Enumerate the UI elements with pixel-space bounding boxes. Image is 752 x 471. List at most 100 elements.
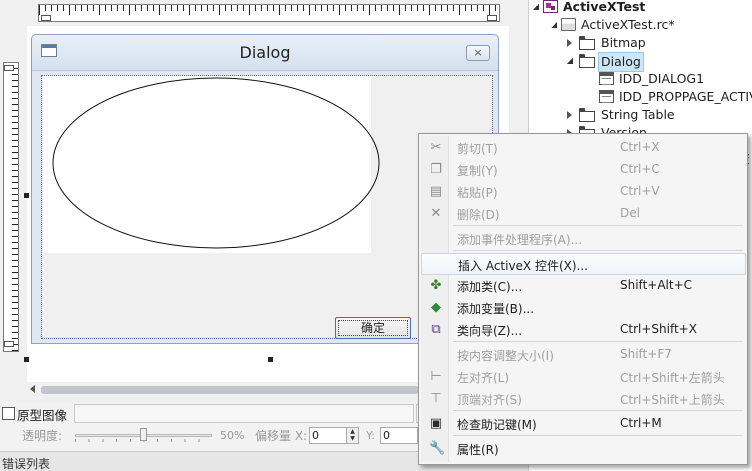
opacity-value: 50% bbox=[220, 429, 245, 442]
tree-item-label: ActiveXTest.rc* bbox=[581, 17, 675, 32]
delete-icon: ✕ bbox=[430, 206, 442, 221]
horizontal-ruler[interactable] bbox=[38, 4, 500, 22]
menu-item-label: 类向导(Z)... bbox=[457, 324, 523, 338]
class-wizard-icon: ⧉ bbox=[431, 322, 441, 337]
offset-y-field[interactable]: 0 bbox=[380, 427, 418, 444]
menu-item-shortcut: Shift+F7 bbox=[620, 347, 672, 361]
collapse-arrow-icon[interactable] bbox=[567, 58, 573, 64]
menu-item-align-left[interactable]: ⊢ 左对齐(L) Ctrl+Shift+左箭头 bbox=[421, 366, 746, 388]
menu-item-shortcut: Ctrl+Shift+上箭头 bbox=[620, 393, 725, 407]
folder-icon bbox=[579, 36, 595, 50]
menu-separator bbox=[453, 250, 743, 251]
menu-item-copy[interactable]: ❐ 复制(Y) Ctrl+C bbox=[421, 159, 746, 181]
menu-item-shortcut: Del bbox=[620, 206, 640, 220]
menu-item-label: 剪切(T) bbox=[457, 142, 498, 156]
tree-item-label: IDD_DIALOG1 bbox=[619, 71, 705, 86]
scrollbar-thumb[interactable] bbox=[41, 386, 419, 394]
dialog-title: Dialog bbox=[239, 43, 291, 62]
horizontal-scrollbar[interactable] bbox=[27, 382, 419, 398]
paste-icon: ▤ bbox=[429, 184, 443, 199]
menu-separator bbox=[453, 435, 743, 436]
align-top-icon: ⊤ bbox=[430, 391, 442, 406]
offset-x-label: 偏移量 X: bbox=[255, 429, 308, 443]
offset-x-field[interactable]: 0 bbox=[309, 427, 347, 444]
menu-separator bbox=[453, 410, 743, 411]
menu-item-shortcut: Ctrl+M bbox=[620, 416, 662, 430]
scissors-icon: ✂ bbox=[430, 140, 442, 155]
resize-handle[interactable] bbox=[268, 357, 273, 362]
menu-item-cut[interactable]: ✂ 剪切(T) Ctrl+X bbox=[421, 137, 746, 159]
menu-item-label: 删除(D) bbox=[457, 208, 500, 222]
vertical-ruler[interactable] bbox=[3, 62, 19, 352]
project-icon bbox=[543, 0, 558, 13]
check-mnemonics-icon: ▣ bbox=[429, 416, 443, 431]
add-class-icon: ✤ bbox=[430, 278, 442, 293]
menu-item-label: 粘贴(P) bbox=[457, 186, 498, 200]
error-list-label: 错误列表 bbox=[2, 457, 51, 471]
ruler-guide-marker[interactable] bbox=[4, 65, 14, 71]
ruler-guide-marker[interactable] bbox=[41, 15, 51, 21]
dialog-titlebar[interactable]: Dialog × bbox=[32, 35, 498, 71]
folder-icon bbox=[579, 108, 595, 122]
ruler-guide-marker[interactable] bbox=[487, 15, 497, 21]
menu-item-label: 添加事件处理程序(A)... bbox=[457, 233, 583, 247]
menu-item-size-to-content[interactable]: 按内容调整大小(I) Shift+F7 bbox=[421, 344, 746, 366]
tree-item-label: IDD_PROPPAGE_ACTIVEX bbox=[619, 89, 752, 104]
expand-arrow-icon[interactable] bbox=[567, 111, 572, 119]
tree-item-label: String Table bbox=[601, 107, 675, 122]
align-left-icon: ⊢ bbox=[430, 369, 442, 384]
menu-item-paste[interactable]: ▤ 粘贴(P) Ctrl+V bbox=[421, 181, 746, 203]
add-variable-icon: ◆ bbox=[431, 300, 441, 315]
expand-arrow-icon[interactable] bbox=[567, 39, 572, 47]
prototype-image-label: 原型图像 bbox=[17, 408, 68, 423]
menu-item-label: 添加类(C)... bbox=[457, 280, 523, 294]
menu-item-properties[interactable]: 🔧 属性(R) bbox=[421, 438, 746, 460]
menu-item-label: 顶端对齐(S) bbox=[457, 393, 522, 407]
collapse-arrow-icon[interactable] bbox=[551, 22, 557, 28]
offset-y-label: Y: bbox=[366, 429, 375, 442]
menu-item-add-variable[interactable]: ◆ 添加变量(B)... bbox=[421, 297, 746, 319]
scroll-left-icon[interactable] bbox=[30, 385, 35, 393]
prototype-image-path-field[interactable] bbox=[74, 404, 414, 423]
menu-item-add-event-handler[interactable]: 添加事件处理程序(A)... bbox=[421, 228, 746, 250]
resize-handle[interactable] bbox=[24, 193, 29, 198]
menu-separator bbox=[453, 341, 743, 342]
menu-item-shortcut: Ctrl+Shift+左箭头 bbox=[620, 371, 725, 385]
menu-item-label: 复制(Y) bbox=[457, 164, 498, 178]
collapse-arrow-icon[interactable] bbox=[533, 4, 539, 10]
ok-button[interactable]: 确定 bbox=[335, 317, 411, 339]
menu-item-delete[interactable]: ✕ 删除(D) Del bbox=[421, 203, 746, 225]
menu-item-label: 左对齐(L) bbox=[457, 371, 510, 385]
menu-item-shortcut: Shift+Alt+C bbox=[620, 278, 693, 292]
copy-icon: ❐ bbox=[430, 162, 442, 177]
dialog-resource-icon bbox=[599, 72, 614, 85]
menu-item-label: 插入 ActiveX 控件(X)... bbox=[458, 259, 588, 273]
menu-item-add-class[interactable]: ✤ 添加类(C)... Shift+Alt+C bbox=[421, 275, 746, 297]
folder-icon bbox=[579, 54, 595, 68]
menu-item-class-wizard[interactable]: ⧉ 类向导(Z)... Ctrl+Shift+X bbox=[421, 319, 746, 341]
offset-x-spinner[interactable]: ▲ ▼ bbox=[346, 427, 359, 444]
menu-item-shortcut: Ctrl+V bbox=[620, 184, 660, 198]
tree-item-label: Dialog bbox=[598, 52, 644, 72]
menu-item-label: 检查助记键(M) bbox=[457, 418, 537, 432]
menu-item-align-top[interactable]: ⊤ 顶端对齐(S) Ctrl+Shift+上箭头 bbox=[421, 388, 746, 410]
context-menu: ✂ 剪切(T) Ctrl+X ❐ 复制(Y) Ctrl+C ▤ 粘贴(P) Ctrl+V ✕ 删除(… bbox=[418, 133, 748, 465]
tree-item-label: ActiveXTest bbox=[563, 0, 646, 14]
dialog-resource-icon bbox=[599, 90, 614, 103]
menu-item-label: 属性(R) bbox=[457, 443, 499, 457]
resize-handle[interactable] bbox=[24, 357, 29, 362]
opacity-slider-thumb[interactable] bbox=[140, 428, 147, 441]
prototype-image-checkbox[interactable] bbox=[2, 407, 15, 420]
menu-item-shortcut: Ctrl+C bbox=[620, 162, 660, 176]
menu-item-label: 添加变量(B)... bbox=[457, 302, 535, 316]
close-icon[interactable]: × bbox=[466, 45, 490, 61]
menu-item-label: 按内容调整大小(I) bbox=[457, 349, 554, 363]
opacity-label: 透明度: bbox=[22, 429, 63, 443]
menu-item-check-mnemonics[interactable]: ▣ 检查助记键(M) Ctrl+M bbox=[421, 413, 746, 435]
menu-item-shortcut: Ctrl+X bbox=[620, 140, 660, 154]
ruler-guide-marker[interactable] bbox=[4, 341, 14, 347]
properties-icon: 🔧 bbox=[429, 441, 446, 456]
menu-item-insert-activex-control[interactable]: 插入 ActiveX 控件(X)... bbox=[421, 253, 746, 275]
rc-file-icon bbox=[561, 18, 576, 31]
tree-item-label: Bitmap bbox=[601, 35, 646, 50]
